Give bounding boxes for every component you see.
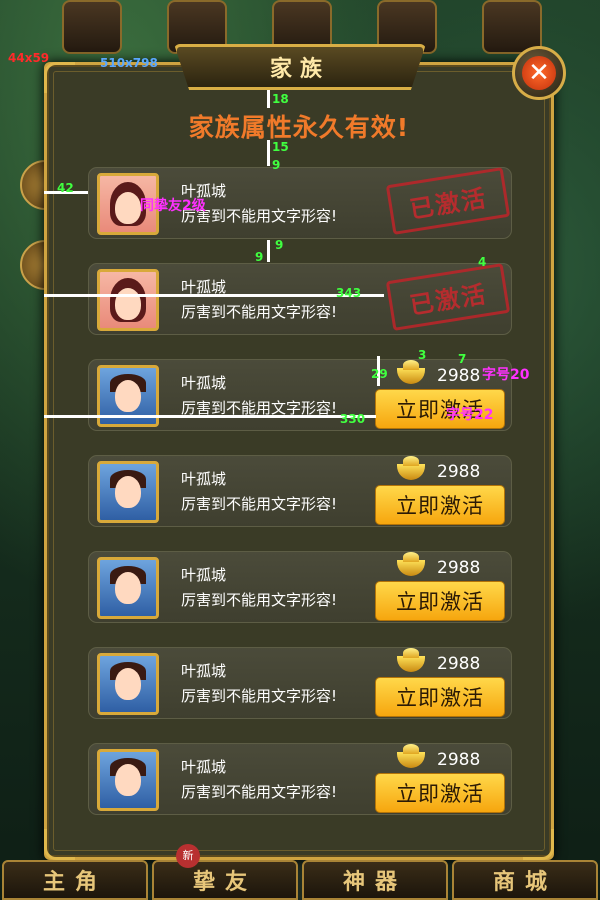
annotation-line: [44, 415, 376, 418]
close-icon: ✕: [522, 56, 556, 90]
close-button[interactable]: ✕: [512, 46, 566, 100]
annotation-measure: 42: [57, 181, 74, 195]
annotation-measure: 343: [336, 286, 362, 300]
avatar: [97, 557, 159, 619]
price-value: 2988: [437, 558, 481, 578]
member-card: 叶孤城 厉害到不能用文字形容! 2988 立即激活: [88, 551, 512, 623]
gold-ingot-icon: [397, 744, 425, 768]
member-name: 叶孤城: [181, 662, 227, 680]
member-name: 叶孤城: [181, 374, 227, 392]
panel-subtitle: 家族属性永久有效!: [188, 113, 410, 142]
annotation-size-label: 44x59: [8, 51, 50, 65]
annotation-size-label: 510x798: [100, 56, 158, 70]
window-title: 家族: [269, 57, 330, 82]
avatar: [97, 461, 159, 523]
avatar: [97, 269, 159, 331]
new-badge: 新: [176, 844, 200, 868]
price: 2988: [397, 360, 481, 389]
activate-button[interactable]: 立即激活: [375, 581, 505, 621]
annotation-line: [267, 90, 270, 108]
tab-protagonist[interactable]: 主角: [2, 860, 148, 900]
member-card: 叶孤城 厉害到不能用文字形容! 2988 立即激活: [88, 455, 512, 527]
price-value: 2988: [437, 366, 481, 386]
annotation-tag: 字号20: [482, 367, 530, 383]
annotation-tag: 同挚友2级: [140, 198, 206, 214]
avatar: [97, 653, 159, 715]
gold-ingot-icon: [397, 360, 425, 384]
annotation-measure: 330: [340, 412, 366, 426]
price-value: 2988: [437, 462, 481, 482]
member-card-list: 叶孤城 厉害到不能用文字形容! 已激活 叶孤城 厉害到不能用文字形容! 已激活 …: [88, 167, 512, 839]
top-menu-icon-1[interactable]: [62, 0, 122, 54]
price: 2988: [397, 552, 481, 581]
annotation-measure: 15: [272, 140, 289, 154]
member-desc: 厉害到不能用文字形容!: [181, 783, 338, 801]
corner-ornament: [523, 829, 554, 860]
window-title-plate: 家族: [174, 44, 426, 90]
activate-button[interactable]: 立即激活: [375, 485, 505, 525]
avatar: [97, 749, 159, 811]
member-desc: 厉害到不能用文字形容!: [181, 591, 338, 609]
annotation-measure: 4: [478, 255, 487, 269]
member-name: 叶孤城: [181, 566, 227, 584]
member-name: 叶孤城: [181, 758, 227, 776]
member-desc: 厉害到不能用文字形容!: [181, 303, 338, 321]
bottom-nav: 主角 挚友 神器 商城: [0, 860, 600, 900]
activate-button[interactable]: 立即激活: [375, 677, 505, 717]
member-name: 叶孤城: [181, 470, 227, 488]
activate-button[interactable]: 立即激活: [375, 773, 505, 813]
annotation-measure: 29: [371, 367, 388, 381]
price: 2988: [397, 648, 481, 677]
price: 2988: [397, 744, 481, 773]
gold-ingot-icon: [397, 648, 425, 672]
member-card: 叶孤城 厉害到不能用文字形容! 2988 立即激活: [88, 743, 512, 815]
price: 2988: [397, 456, 481, 485]
tab-artifacts[interactable]: 神器: [302, 860, 448, 900]
annotation-measure: 18: [272, 92, 289, 106]
annotation-measure: 7: [458, 352, 467, 366]
member-card: 叶孤城 厉害到不能用文字形容! 2988 立即激活: [88, 647, 512, 719]
member-desc: 厉害到不能用文字形容!: [181, 687, 338, 705]
tab-friends[interactable]: 挚友: [152, 860, 298, 900]
activated-stamp: 已激活: [385, 167, 511, 235]
annotation-tag: 字号22: [446, 407, 494, 423]
annotation-measure: 9: [275, 238, 284, 252]
gold-ingot-icon: [397, 456, 425, 480]
activated-stamp: 已激活: [385, 263, 511, 331]
annotation-line: [44, 294, 384, 297]
annotation-measure: 3: [418, 348, 427, 362]
member-desc: 厉害到不能用文字形容!: [181, 495, 338, 513]
corner-ornament: [44, 62, 75, 93]
annotation-measure: 9: [272, 158, 281, 172]
member-card: 叶孤城 厉害到不能用文字形容! 已激活: [88, 263, 512, 335]
gold-ingot-icon: [397, 552, 425, 576]
annotation-measure: 9: [255, 250, 264, 264]
price-value: 2988: [437, 654, 481, 674]
annotation-line: [267, 240, 270, 262]
price-value: 2988: [437, 750, 481, 770]
tab-shop[interactable]: 商城: [452, 860, 598, 900]
annotation-line: [267, 140, 270, 166]
corner-ornament: [44, 829, 75, 860]
